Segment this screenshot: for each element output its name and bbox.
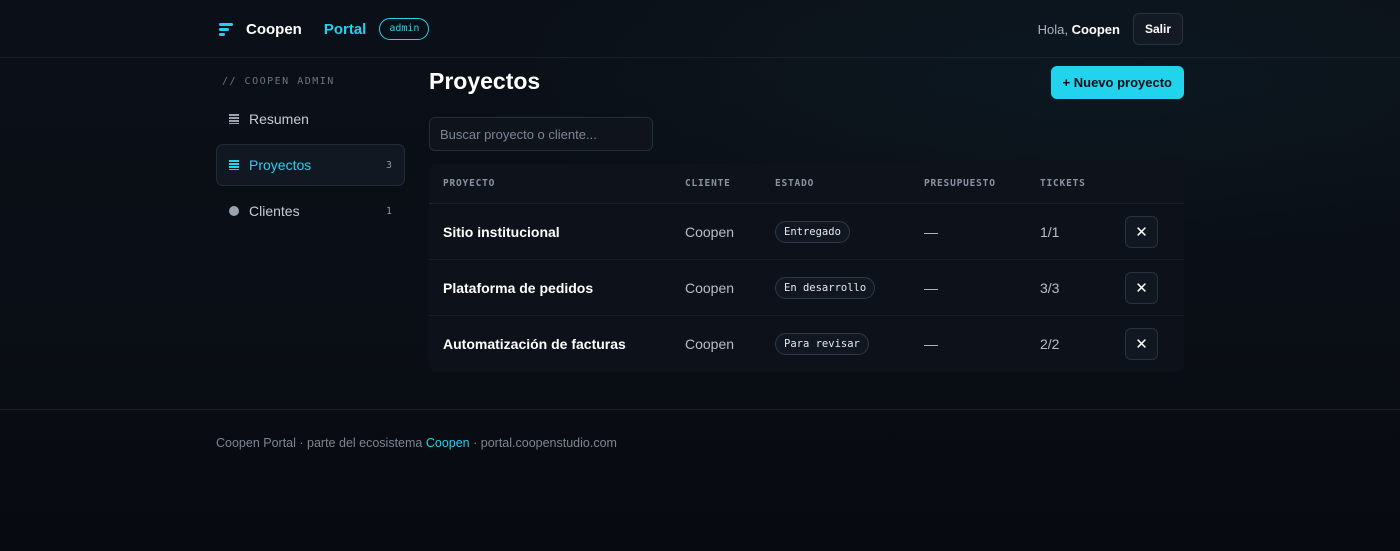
top-bar: Coopen Portal admin Hola, Coopen Salir bbox=[0, 0, 1400, 58]
project-name[interactable]: Plataforma de pedidos bbox=[443, 280, 593, 296]
budget-value: — bbox=[924, 223, 938, 240]
column-header-tickets[interactable]: TICKETS bbox=[1040, 178, 1086, 189]
column-header-presupuesto[interactable]: PRESUPUESTO bbox=[924, 178, 996, 189]
greeting: Hola, Coopen bbox=[1038, 22, 1120, 37]
logout-button[interactable]: Salir bbox=[1132, 13, 1183, 45]
projects-table: PROYECTO CLIENTE ESTADO PRESUPUESTO TICK… bbox=[429, 164, 1184, 372]
close-icon: ✕ bbox=[1135, 336, 1148, 353]
user-area: Hola, Coopen Salir bbox=[1038, 13, 1183, 45]
footer-divider bbox=[0, 409, 1400, 410]
status-badge: En desarrollo bbox=[775, 276, 876, 299]
page-title: Proyectos bbox=[429, 68, 541, 94]
role-badge: admin bbox=[379, 18, 430, 40]
column-header-cliente[interactable]: CLIENTE bbox=[685, 178, 731, 189]
greeting-prefix: Hola, bbox=[1037, 21, 1072, 37]
sidebar-item-proyectos[interactable]: Proyectos 3 bbox=[216, 144, 405, 186]
column-header-estado[interactable]: ESTADO bbox=[775, 178, 814, 189]
status-badge: Entregado bbox=[775, 220, 850, 243]
column-header-proyecto[interactable]: PROYECTO bbox=[443, 178, 495, 189]
footer-prefix: Coopen Portal · parte del ecosistema bbox=[216, 436, 426, 450]
tickets-count: 1/1 bbox=[1040, 223, 1060, 240]
footer: Coopen Portal · parte del ecosistema Coo… bbox=[216, 436, 617, 450]
client-name: Coopen bbox=[685, 223, 735, 240]
budget-value: — bbox=[924, 279, 938, 296]
sidebar: // COOPEN ADMIN Resumen Proyectos 3 Clie… bbox=[216, 72, 405, 232]
brand[interactable]: Coopen Portal admin bbox=[219, 17, 430, 41]
new-project-button[interactable]: + Nuevo proyecto bbox=[1050, 66, 1184, 99]
status-badge: Para revisar bbox=[775, 333, 869, 355]
brand-portal: Portal bbox=[323, 20, 367, 38]
client-name: Coopen bbox=[685, 279, 735, 296]
delete-button[interactable]: ✕ bbox=[1125, 215, 1158, 248]
tickets-count: 2/2 bbox=[1040, 336, 1060, 352]
sidebar-item-resumen[interactable]: Resumen bbox=[216, 98, 405, 140]
footer-suffix: · portal.coopenstudio.com bbox=[469, 436, 617, 450]
project-name[interactable]: Automatización de facturas bbox=[443, 336, 626, 352]
sidebar-item-count: 3 bbox=[385, 159, 392, 171]
sidebar-caption: // COOPEN ADMIN bbox=[222, 76, 335, 87]
dot-icon bbox=[229, 206, 239, 216]
table-row[interactable]: Sitio institucional Coopen Entregado — 1… bbox=[429, 204, 1184, 260]
client-name: Coopen bbox=[685, 336, 735, 352]
close-icon: ✕ bbox=[1135, 223, 1148, 241]
delete-button[interactable]: ✕ bbox=[1125, 271, 1158, 304]
list-icon bbox=[229, 160, 239, 170]
delete-button[interactable]: ✕ bbox=[1125, 328, 1158, 360]
budget-value: — bbox=[924, 336, 938, 352]
close-icon: ✕ bbox=[1135, 279, 1148, 297]
search-input[interactable] bbox=[429, 117, 653, 151]
table-header: PROYECTO CLIENTE ESTADO PRESUPUESTO TICK… bbox=[429, 164, 1184, 204]
sidebar-item-label: Proyectos bbox=[249, 157, 312, 173]
grid-icon bbox=[229, 114, 239, 124]
brand-name: Coopen bbox=[246, 20, 302, 38]
table-row[interactable]: Automatización de facturas Coopen Para r… bbox=[429, 316, 1184, 372]
user-name: Coopen bbox=[1071, 21, 1120, 37]
table-row[interactable]: Plataforma de pedidos Coopen En desarrol… bbox=[429, 260, 1184, 316]
bars-logo-icon bbox=[219, 22, 233, 36]
tickets-count: 3/3 bbox=[1040, 279, 1060, 296]
sidebar-item-label: Resumen bbox=[249, 111, 309, 127]
sidebar-item-clientes[interactable]: Clientes 1 bbox=[216, 190, 405, 232]
project-name[interactable]: Sitio institucional bbox=[443, 224, 560, 240]
sidebar-item-count: 1 bbox=[385, 205, 392, 217]
sidebar-item-label: Clientes bbox=[249, 203, 300, 219]
footer-link-coopen[interactable]: Coopen bbox=[426, 436, 470, 450]
